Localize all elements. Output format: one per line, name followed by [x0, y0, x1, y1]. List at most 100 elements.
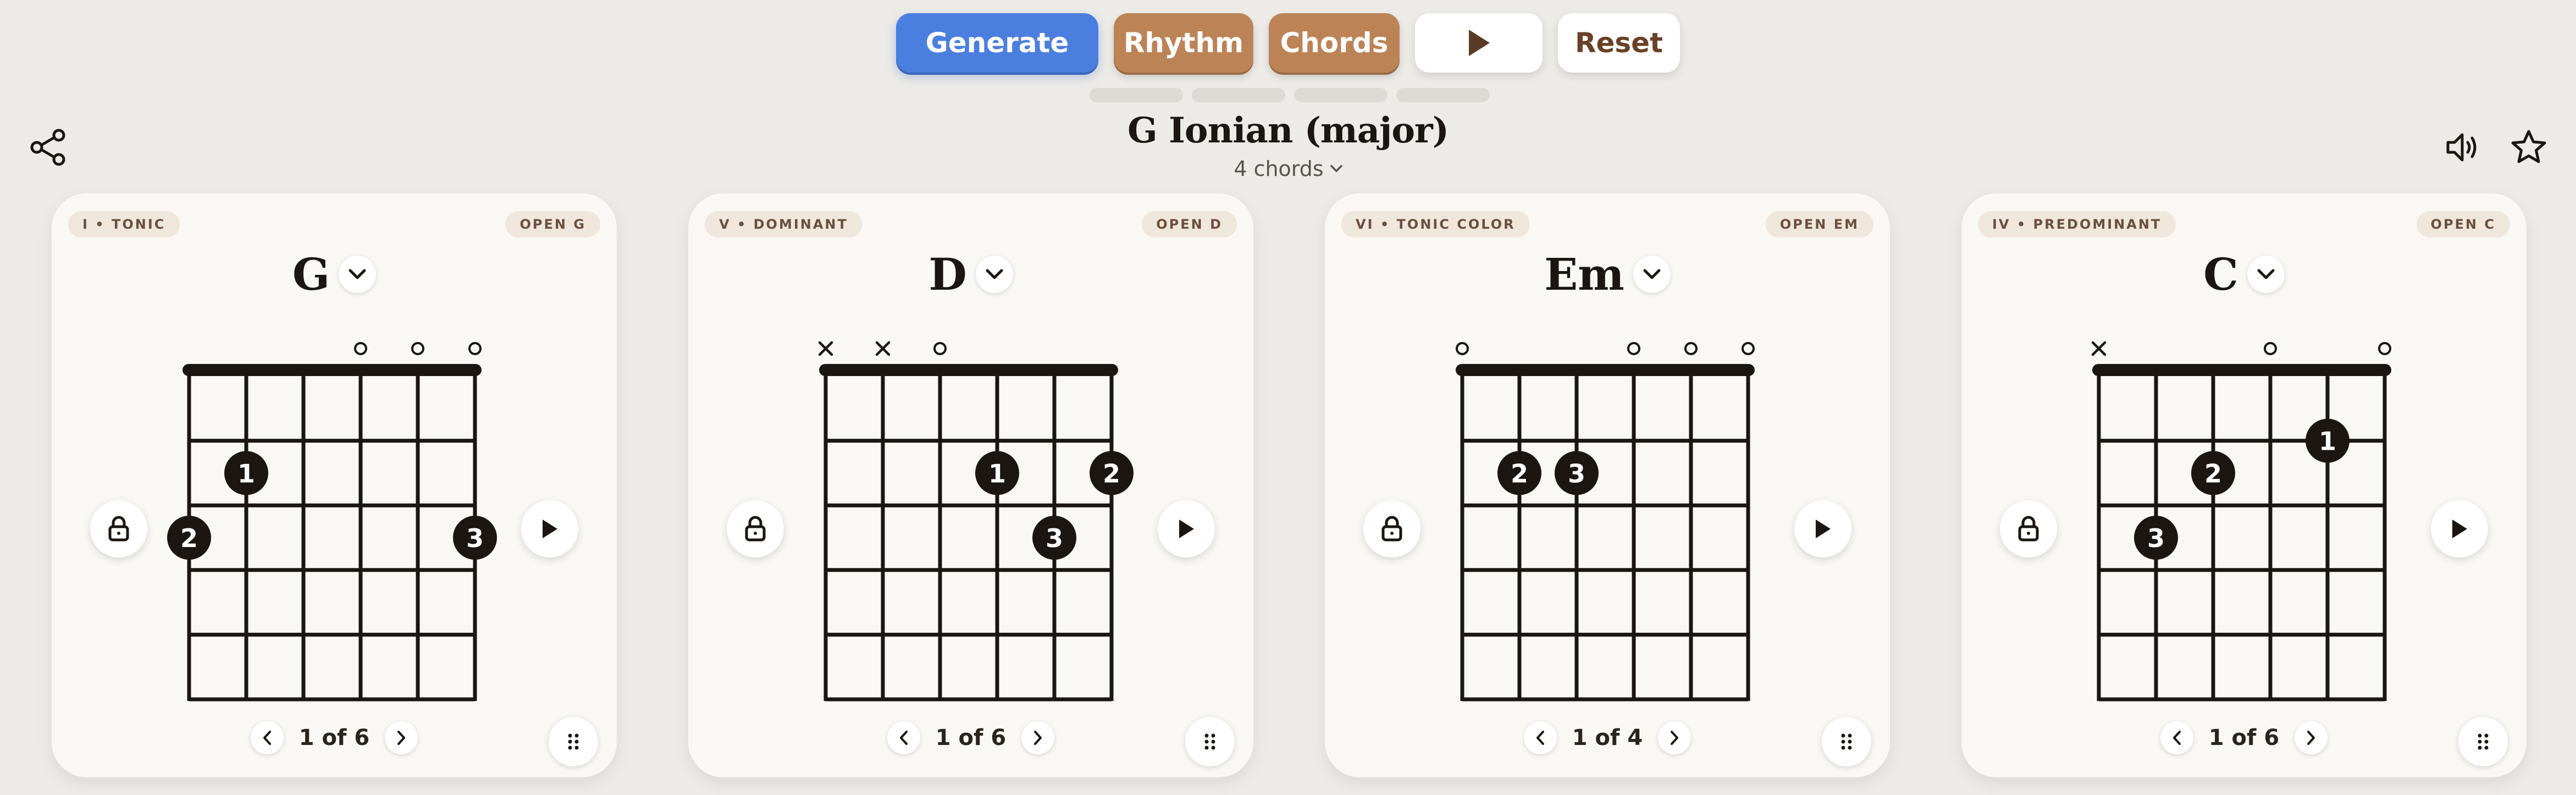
finger-number: 3 — [2147, 523, 2165, 553]
open-string-marker — [1627, 342, 1640, 355]
chord-card: V • DOMINANT OPEN D D 1 of 6 1 2 3 — [688, 194, 1253, 777]
chords-button[interactable]: Chords — [1269, 13, 1400, 73]
muted-string-marker — [875, 341, 891, 356]
voicing-badge: OPEN EM — [1765, 211, 1873, 238]
finger-dot: 2 — [1090, 451, 1134, 495]
chord-header: G — [52, 249, 617, 300]
finger-number: 3 — [1046, 523, 1063, 553]
chord-select-button[interactable] — [339, 256, 377, 293]
play-icon — [1179, 520, 1194, 538]
drag-handle[interactable] — [2458, 717, 2508, 766]
open-string-marker — [411, 342, 424, 355]
play-icon — [1469, 30, 1490, 56]
chord-name: D — [928, 249, 967, 300]
chord-card: IV • PREDOMINANT OPEN C C 1 of 6 1 2 3 — [1961, 194, 2527, 777]
finger-dot: 3 — [2134, 516, 2178, 560]
finger-number: 3 — [466, 523, 484, 553]
grip-icon — [568, 733, 579, 750]
finger-number: 1 — [988, 459, 1006, 488]
finger-dot: 3 — [1555, 451, 1599, 495]
reset-button[interactable]: Reset — [1558, 13, 1680, 73]
lock-button[interactable] — [90, 500, 147, 557]
chord-name: G — [292, 249, 330, 300]
grip-icon — [2478, 733, 2489, 750]
finger-number: 2 — [180, 523, 198, 553]
play-chord-button[interactable] — [1794, 500, 1851, 557]
play-chord-button[interactable] — [521, 500, 578, 557]
chord-select-button[interactable] — [2247, 256, 2285, 293]
finger-number: 2 — [2204, 459, 2222, 488]
nut — [2092, 364, 2391, 376]
drag-handle[interactable] — [1185, 717, 1235, 766]
chevron-down-icon — [2257, 269, 2275, 279]
finger-dot: 2 — [2191, 451, 2235, 495]
play-icon — [2452, 520, 2467, 538]
chord-count-dropdown[interactable]: 4 chords — [1234, 157, 1342, 181]
drag-handle[interactable] — [1822, 717, 1871, 766]
chord-card: VI • TONIC COLOR OPEN EM Em 1 of 4 2 3 — [1325, 194, 1890, 777]
finger-number: 3 — [1568, 459, 1585, 488]
finger-number: 1 — [237, 459, 255, 488]
open-string-marker — [2264, 342, 2277, 355]
generate-button[interactable]: Generate — [896, 13, 1098, 73]
muted-string-marker — [818, 341, 833, 356]
progress-segment — [1396, 88, 1490, 102]
fretboard-diagram: 2 1 3 — [167, 342, 497, 702]
progress-indicator — [1090, 88, 1490, 102]
grip-icon — [1204, 733, 1215, 750]
nut — [183, 364, 482, 376]
chevron-down-icon — [349, 269, 366, 279]
open-string-marker — [1684, 342, 1698, 355]
page-title: G Ionian (major) — [1127, 110, 1449, 151]
play-icon — [543, 520, 557, 538]
progress-segment — [1090, 88, 1183, 102]
finger-number: 2 — [1511, 459, 1528, 488]
open-string-marker — [933, 342, 947, 355]
finger-dot: 1 — [975, 451, 1019, 495]
open-string-marker — [354, 342, 367, 355]
chord-select-button[interactable] — [975, 256, 1013, 293]
open-string-marker — [468, 342, 482, 355]
voicing-badge: OPEN D — [1142, 211, 1237, 238]
finger-dot: 3 — [453, 516, 497, 560]
finger-dot: 2 — [167, 516, 211, 560]
rhythm-button[interactable]: Rhythm — [1114, 13, 1253, 73]
finger-dot: 2 — [1497, 451, 1541, 495]
lock-button[interactable] — [1363, 500, 1420, 557]
chord-function-badge: I • TONIC — [68, 211, 180, 238]
chord-function-badge: IV • PREDOMINANT — [1978, 211, 2176, 238]
lock-icon — [745, 516, 766, 542]
chord-header: C — [1961, 249, 2527, 300]
progress-segment — [1192, 88, 1285, 102]
voicing-badge: OPEN G — [505, 211, 600, 238]
fretboard-diagram: 23 — [1456, 342, 1755, 702]
fretboard-diagram: 1 2 3 — [2091, 341, 2391, 702]
play-button[interactable] — [1415, 13, 1543, 73]
toolbar: Generate Rhythm Chords Reset — [0, 13, 2576, 73]
play-chord-button[interactable] — [2431, 500, 2488, 557]
finger-number: 2 — [1103, 459, 1120, 488]
lock-button[interactable] — [2000, 500, 2057, 557]
drag-handle[interactable] — [549, 717, 598, 766]
grip-icon — [1841, 733, 1852, 750]
title-area: G Ionian (major) 4 chords — [0, 110, 2576, 181]
play-chord-button[interactable] — [1158, 500, 1215, 557]
lock-button[interactable] — [727, 500, 784, 557]
chord-function-badge: V • DOMINANT — [705, 211, 863, 238]
nut — [819, 364, 1118, 376]
nut — [1456, 364, 1755, 376]
chevron-down-icon — [986, 269, 1003, 279]
chevron-down-icon — [1643, 269, 1661, 279]
open-string-marker — [1742, 342, 1755, 355]
chord-select-button[interactable] — [1633, 256, 1671, 293]
fretboard-diagram: 1 2 3 — [818, 341, 1134, 702]
chord-function-badge: VI • TONIC COLOR — [1341, 211, 1530, 238]
play-icon — [1816, 520, 1831, 538]
open-string-marker — [2378, 342, 2391, 355]
chord-name: Em — [1544, 249, 1624, 300]
chord-header: D — [688, 249, 1253, 300]
chevron-down-icon — [1330, 165, 1342, 173]
lock-icon — [108, 516, 129, 542]
lock-icon — [2018, 516, 2039, 542]
lock-icon — [1381, 516, 1402, 542]
